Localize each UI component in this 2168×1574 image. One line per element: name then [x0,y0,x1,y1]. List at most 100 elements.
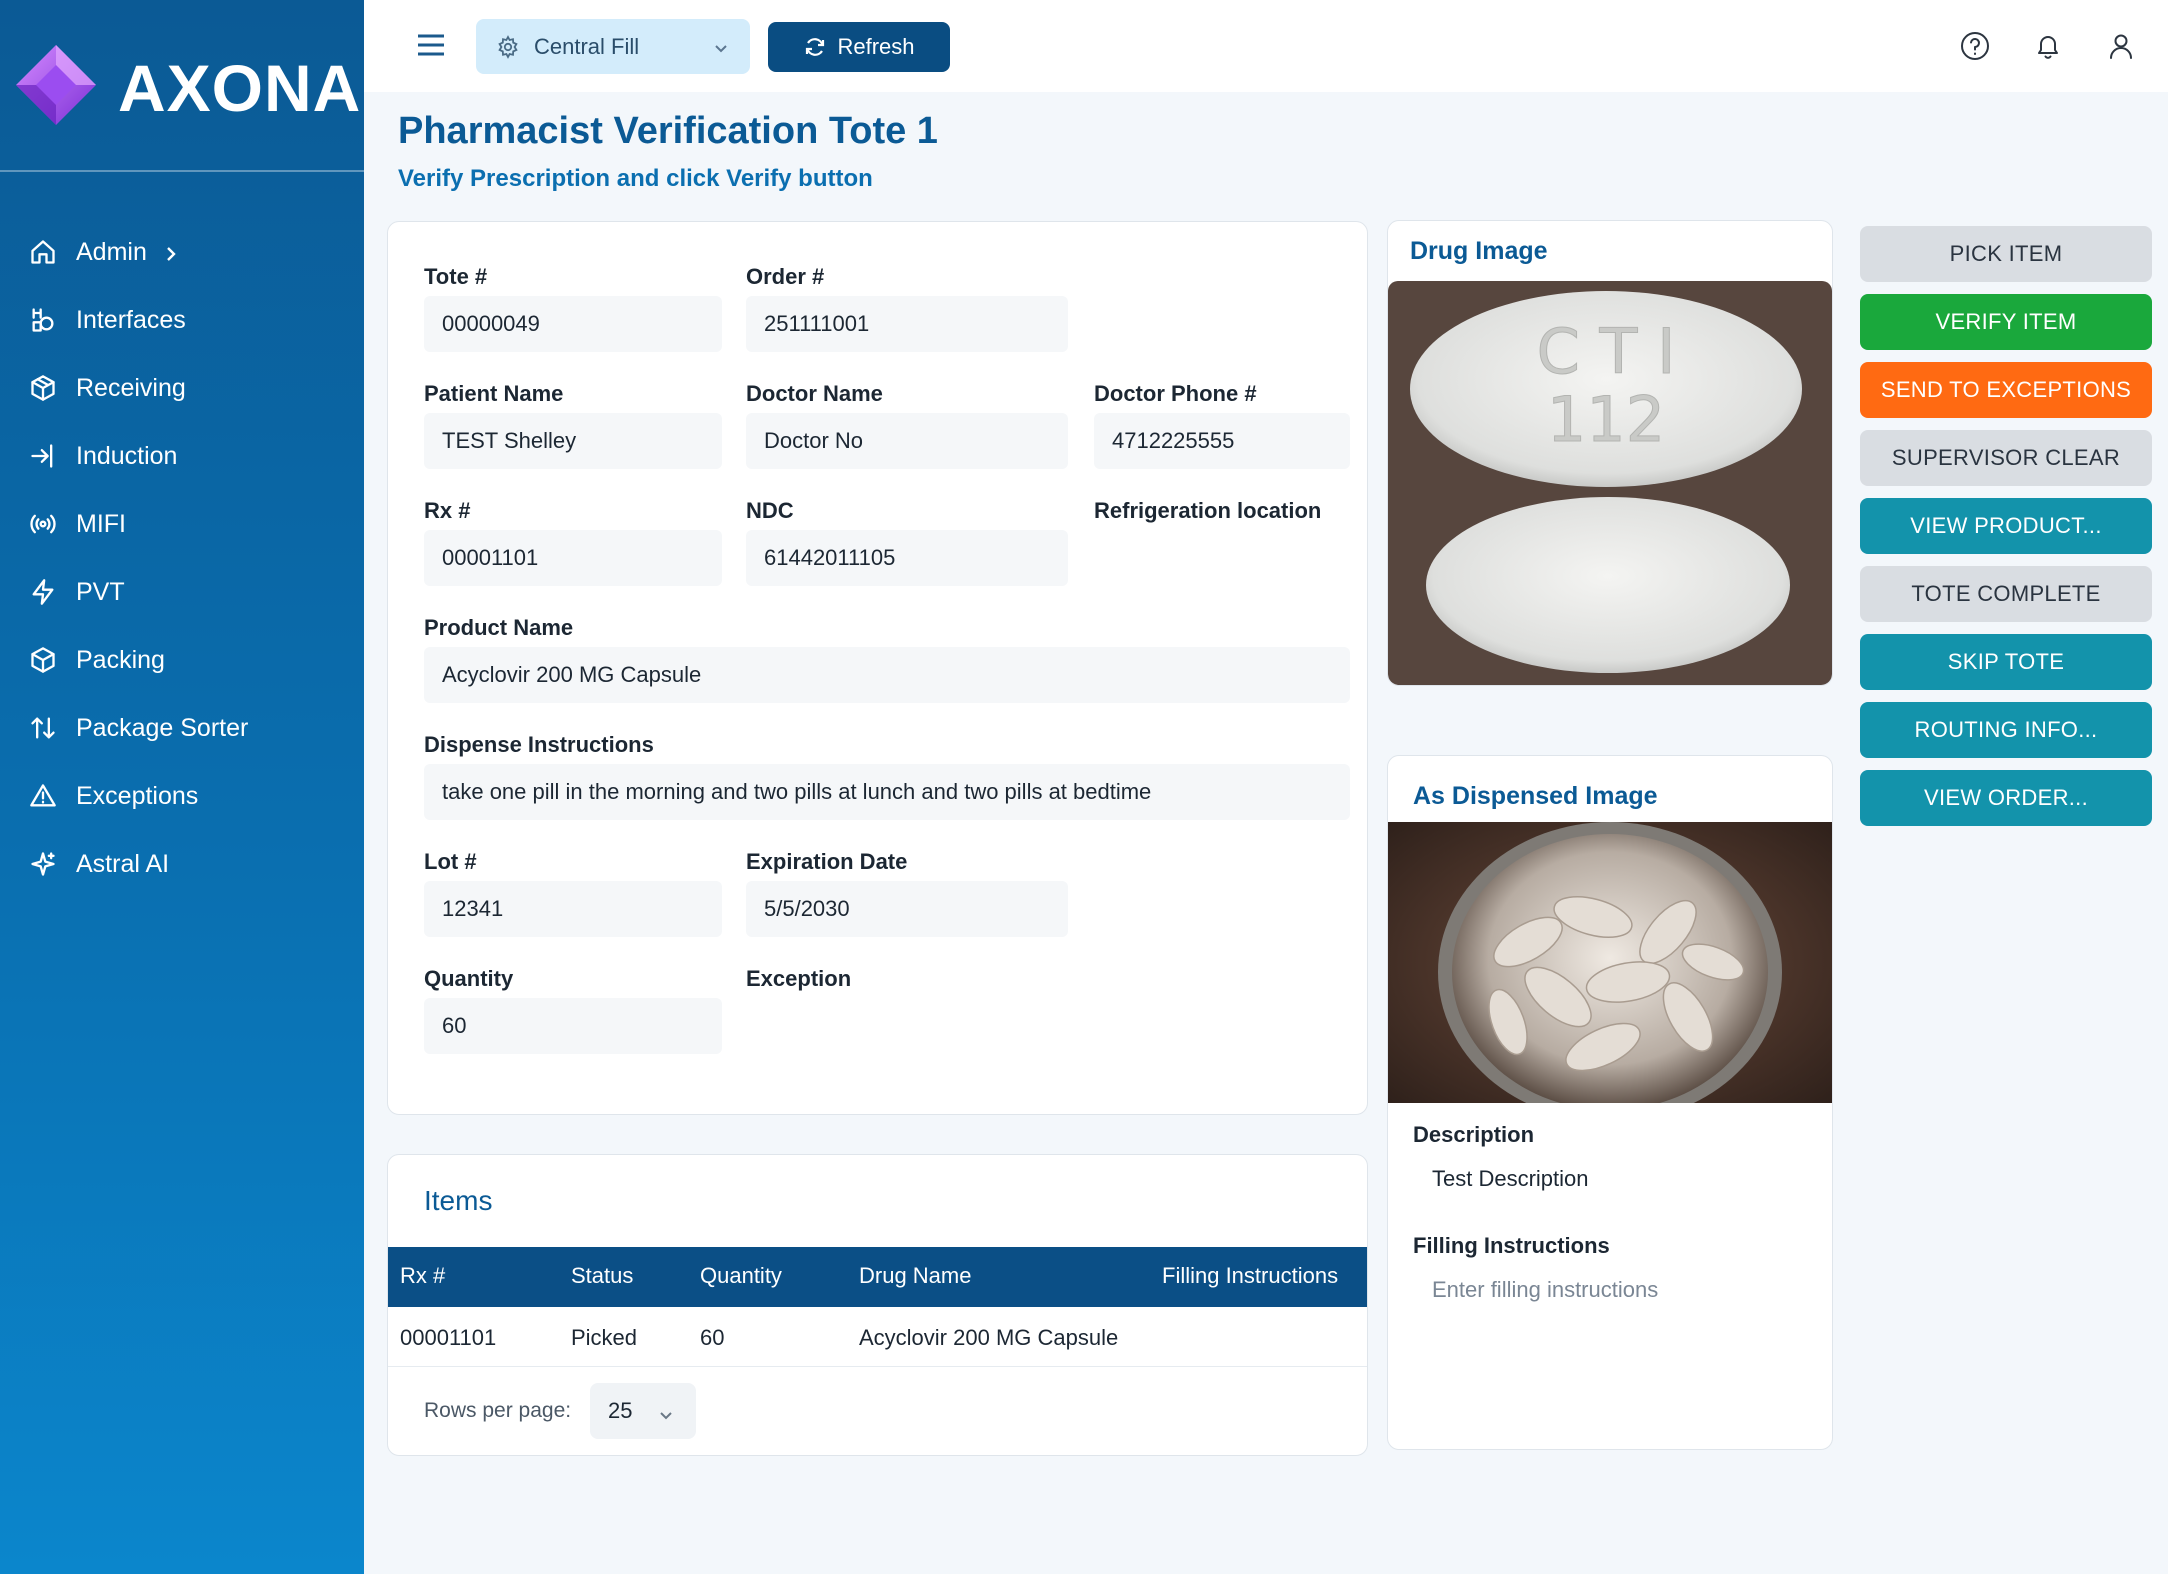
broadcast-icon [28,509,58,539]
sidebar-item-receiving[interactable]: Receiving [0,354,364,422]
package-icon [28,373,58,403]
sidebar-nav: Admin Interfaces Receiving Induction MIF… [0,218,364,898]
page-subtitle: Verify Prescription and click Verify but… [398,165,873,192]
items-table-header: Rx # Status Quantity Drug Name Filling I… [388,1247,1367,1307]
sign-in-icon [28,441,58,471]
dispense-instructions-field: take one pill in the morning and two pil… [424,764,1350,820]
rows-per-page-select[interactable]: 25 [590,1383,696,1439]
exception-label: Exception [746,966,852,991]
menu-icon[interactable] [414,28,448,62]
routing-info-button[interactable]: ROUTING INFO... [1860,702,2152,758]
filling-instructions-input[interactable]: Enter filling instructions [1432,1277,1658,1303]
sidebar-item-label: Admin [76,237,147,266]
sidebar-item-label: Astral AI [76,849,170,878]
prescription-details-card: Tote # 00000049 Order # 251111001 Patien… [387,221,1368,1115]
view-product-button[interactable]: VIEW PRODUCT... [1860,498,2152,554]
top-bar: Central Fill Refresh [364,0,2168,92]
sidebar-item-astral-ai[interactable]: Astral AI [0,830,364,898]
sort-arrows-icon [28,713,58,743]
description-value: Test Description [1432,1166,1589,1191]
pill-imprint-line1: C T I [1537,315,1676,388]
supervisor-clear-button[interactable]: SUPERVISOR CLEAR [1860,430,2152,486]
verify-item-button[interactable]: VERIFY ITEM [1860,294,2152,350]
doctor-phone-label: Doctor Phone # [1094,381,1257,406]
user-icon[interactable] [2104,29,2138,63]
as-dispensed-card: As Dispensed Image Description Test Desc… [1387,755,1833,1450]
location-select-value: Central Fill [534,33,640,59]
sidebar-item-label: Package Sorter [76,713,249,742]
sidebar-item-label: Packing [76,645,165,674]
column-header-filling-instructions[interactable]: Filling Instructions [1162,1263,1338,1289]
column-header-drug-name[interactable]: Drug Name [859,1263,971,1289]
table-row[interactable]: 00001101 Picked 60 Acyclovir 200 MG Caps… [388,1307,1367,1367]
view-order-button[interactable]: VIEW ORDER... [1860,770,2152,826]
expiration-date-field: 5/5/2030 [746,881,1068,937]
axona-logo-icon [16,45,96,125]
dispense-instructions-label: Dispense Instructions [424,732,654,757]
sidebar-item-package-sorter[interactable]: Package Sorter [0,694,364,762]
tote-label: Tote # [424,264,488,289]
interfaces-icon [28,305,58,335]
quantity-label: Quantity [424,966,514,991]
sparkle-icon [28,849,58,879]
location-select[interactable]: Central Fill [476,19,750,74]
sidebar-item-interfaces[interactable]: Interfaces [0,286,364,354]
pick-item-button[interactable]: PICK ITEM [1860,226,2152,282]
bell-icon[interactable] [2031,29,2065,63]
chevron-right-icon [161,242,181,262]
column-header-status[interactable]: Status [571,1263,633,1289]
sidebar-item-label: Receiving [76,373,186,402]
send-to-exceptions-button[interactable]: SEND TO EXCEPTIONS [1860,362,2152,418]
sidebar-item-pvt[interactable]: PVT [0,558,364,626]
home-icon [28,237,58,267]
sidebar-item-packing[interactable]: Packing [0,626,364,694]
sidebar: AXONA Admin Interfaces Receiving Inducti… [0,0,364,1574]
bolt-icon [28,577,58,607]
lot-label: Lot # [424,849,477,874]
pill-imprint-line2: 112 [1547,383,1665,456]
chevron-down-icon [658,1403,674,1420]
lot-field: 12341 [424,881,722,937]
rows-per-page-value: 25 [608,1398,633,1423]
brand-name: AXONA [118,51,362,125]
sidebar-item-exceptions[interactable]: Exceptions [0,762,364,830]
ndc-label: NDC [746,498,794,523]
refresh-icon [806,38,825,56]
sidebar-item-admin[interactable]: Admin [0,218,364,286]
items-title: Items [424,1185,493,1216]
tote-field: 00000049 [424,296,722,352]
sidebar-item-label: Exceptions [76,781,199,810]
cell-status: Picked [571,1325,638,1350]
refresh-button[interactable]: Refresh [768,22,950,72]
chevron-down-icon [712,37,730,55]
as-dispensed-title: As Dispensed Image [1413,782,1658,810]
skip-tote-button[interactable]: SKIP TOTE [1860,634,2152,690]
items-card: Items Rx # Status Quantity Drug Name Fil… [387,1154,1368,1456]
order-field: 251111001 [746,296,1068,352]
doctor-name-field: Doctor No [746,413,1068,469]
ndc-field: 61442011105 [746,530,1068,586]
refrigeration-location-label: Refrigeration location [1094,498,1322,523]
patient-name-field: TEST Shelley [424,413,722,469]
brand-header: AXONA [0,0,364,172]
expiration-date-label: Expiration Date [746,849,908,874]
warning-icon [28,781,58,811]
help-icon[interactable] [1958,29,1992,63]
refresh-label: Refresh [837,34,915,59]
sidebar-item-induction[interactable]: Induction [0,422,364,490]
sidebar-item-mifi[interactable]: MIFI [0,490,364,558]
product-name-field: Acyclovir 200 MG Capsule [424,647,1350,703]
tote-complete-button[interactable]: TOTE COMPLETE [1860,566,2152,622]
column-header-quantity[interactable]: Quantity [700,1263,782,1289]
product-name-label: Product Name [424,615,574,640]
cell-drug-name: Acyclovir 200 MG Capsule [859,1325,1119,1350]
cell-rx: 00001101 [400,1325,497,1350]
drug-image-title: Drug Image [1410,237,1548,265]
column-header-rx[interactable]: Rx # [400,1263,445,1289]
order-label: Order # [746,264,825,289]
rows-per-page-label: Rows per page: [424,1399,572,1422]
rx-label: Rx # [424,498,471,523]
patient-name-label: Patient Name [424,381,564,406]
as-dispensed-image [1388,822,1832,1103]
filling-instructions-label: Filling Instructions [1413,1233,1610,1258]
